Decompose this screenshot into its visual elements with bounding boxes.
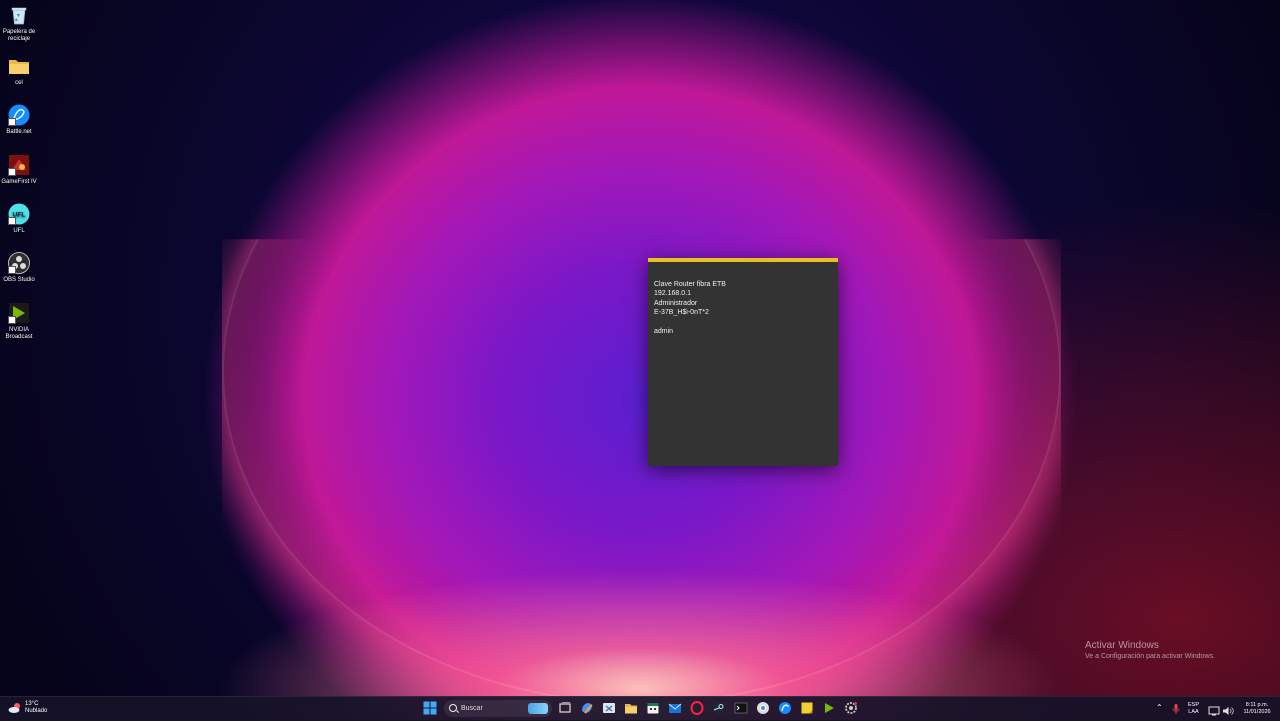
nvidia-broadcast-icon xyxy=(8,302,30,324)
ufl-icon: UFL xyxy=(8,203,30,225)
terminal-icon[interactable] xyxy=(734,701,748,715)
sticky-notes-icon[interactable] xyxy=(800,701,814,715)
desktop-icon-label: cel xyxy=(15,80,23,86)
copilot-icon[interactable] xyxy=(580,701,594,715)
language-code: ESP xyxy=(1188,702,1200,708)
clock-date: 11/01/2026 xyxy=(1243,709,1271,715)
desktop-icon-label: Papelera de reciclaje xyxy=(2,29,36,42)
cloudy-weather-icon xyxy=(8,702,22,714)
task-view-icon[interactable] xyxy=(558,701,572,715)
desktop-icon-label: GameFirst IV xyxy=(1,179,37,185)
sticky-note-window[interactable]: Clave Router fibra ETB 192.168.0.1 Admin… xyxy=(648,258,838,466)
desktop-icon-battlenet[interactable]: Battle.net xyxy=(0,104,38,136)
start-icon[interactable] xyxy=(423,701,437,715)
calendar-icon[interactable] xyxy=(646,701,660,715)
network-icon[interactable] xyxy=(1208,703,1220,716)
opera-icon[interactable] xyxy=(690,701,704,715)
desktop-icon-ufl[interactable]: UFL UFL xyxy=(0,203,38,235)
activate-windows-watermark: Activar Windows Ve a Configuración para … xyxy=(1085,640,1215,660)
battlenet-taskbar-icon[interactable] xyxy=(778,701,792,715)
input-language[interactable]: ESP LAA xyxy=(1188,702,1199,716)
chevron-up-icon[interactable]: ⌃ xyxy=(1156,704,1163,712)
wallpaper-bloom xyxy=(222,239,1061,704)
shortcut-arrow-icon xyxy=(8,316,16,324)
shortcut-arrow-icon xyxy=(8,217,16,225)
nvidia-icon[interactable] xyxy=(822,701,836,715)
chrome-icon[interactable] xyxy=(756,701,770,715)
taskbar: 13°C Nublado Buscar ⌃ ESP LAA 8:11 p.m. … xyxy=(0,696,1280,721)
clock[interactable]: 8:11 p.m. 11/01/2026 xyxy=(1238,702,1276,716)
mail-icon[interactable] xyxy=(668,701,682,715)
obs-icon xyxy=(8,252,30,274)
desktop-icon-gamefirst[interactable]: GameFirst IV xyxy=(0,154,38,186)
desktop-icon-cel[interactable]: cel xyxy=(0,55,38,87)
desktop-icon-label: OBS Studio xyxy=(3,277,35,283)
microphone-icon[interactable] xyxy=(1171,702,1181,714)
search-box[interactable]: Buscar xyxy=(444,700,552,717)
search-placeholder: Buscar xyxy=(461,705,483,712)
shortcut-arrow-icon xyxy=(8,266,16,274)
activate-subtitle: Ve a Configuración para activar Windows. xyxy=(1085,653,1215,660)
desktop-icon-nvidia-broadcast[interactable]: NVIDIA Broadcast xyxy=(0,302,38,341)
recycle-bin-icon xyxy=(8,4,30,26)
battlenet-icon xyxy=(8,104,30,126)
desktop-icon-label: UFL xyxy=(13,228,25,234)
sticky-note-text[interactable]: Clave Router fibra ETB 192.168.0.1 Admin… xyxy=(648,262,838,336)
snipping-tool-icon[interactable] xyxy=(602,701,616,715)
keyboard-layout: LAA xyxy=(1188,709,1199,715)
volume-icon[interactable] xyxy=(1222,703,1234,715)
clock-time: 8:11 p.m. xyxy=(1245,702,1269,708)
gamefirst-icon xyxy=(8,154,30,176)
shortcut-arrow-icon xyxy=(8,118,16,126)
shortcut-arrow-icon xyxy=(8,168,16,176)
steam-icon[interactable] xyxy=(712,701,726,715)
settings-icon[interactable] xyxy=(844,701,858,715)
search-icon xyxy=(449,704,457,712)
desktop-icon-label: Battle.net xyxy=(6,129,32,135)
file-explorer-icon[interactable] xyxy=(624,701,638,715)
weather-condition: Nublado xyxy=(25,708,48,714)
search-highlight-image xyxy=(528,703,548,714)
folder-icon xyxy=(8,55,30,77)
desktop-icon-obs[interactable]: OBS Studio xyxy=(0,252,38,284)
desktop-icon-label: NVIDIA Broadcast xyxy=(5,327,33,340)
desktop-icon-recycle-bin[interactable]: Papelera de reciclaje xyxy=(0,4,38,43)
weather-temp: 13°C xyxy=(25,701,39,707)
activate-title: Activar Windows xyxy=(1085,640,1159,651)
